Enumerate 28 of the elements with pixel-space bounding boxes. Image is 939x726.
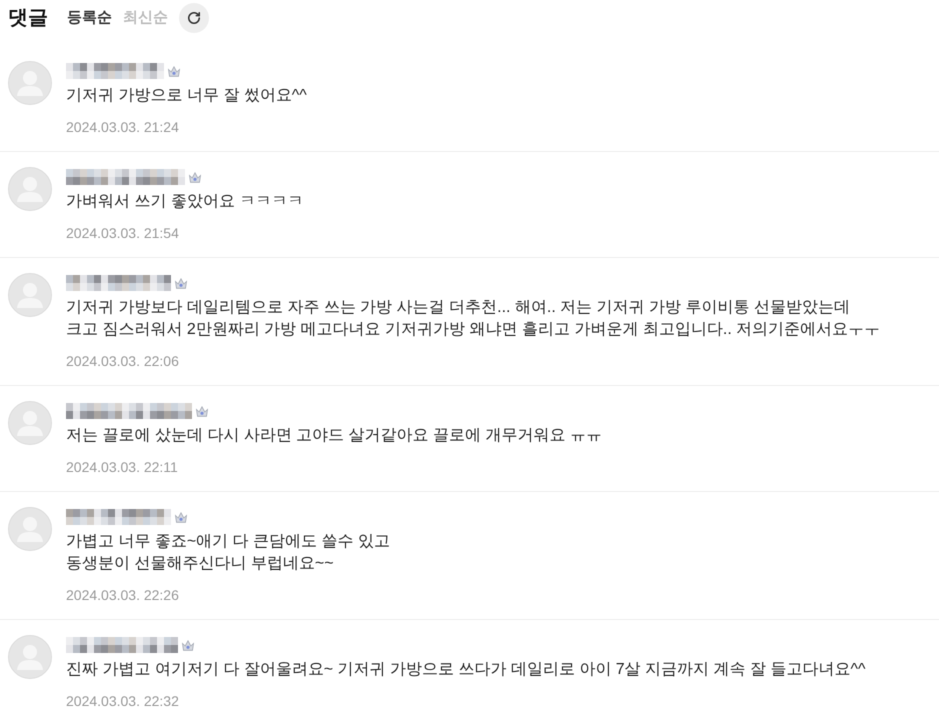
comment-date: 2024.03.03. 21:54 bbox=[66, 224, 179, 242]
crown-icon bbox=[189, 172, 201, 182]
comment-text: 가볍고 너무 좋죠~애기 다 큰담에도 쓸수 있고 동생분이 선물해주신다니 부럽네요~~ bbox=[66, 532, 390, 574]
comment-date: 2024.03.03. 21:24 bbox=[66, 118, 179, 136]
refresh-button[interactable] bbox=[179, 3, 209, 33]
crown-icon bbox=[196, 406, 208, 416]
comment-text: 가벼워서 쓰기 좋았어요 ㅋㅋㅋㅋ bbox=[66, 192, 304, 212]
avatar-icon bbox=[8, 401, 52, 445]
avatar-icon bbox=[8, 273, 52, 317]
comments-title: 댓글 bbox=[8, 6, 48, 31]
sort-option[interactable]: 등록순 bbox=[67, 6, 112, 30]
refresh-icon bbox=[187, 11, 201, 25]
comment-text: 저는 끌로에 샀눈데 다시 사라면 고야드 살거같아요 끌로에 개무거워요 ㅠㅠ bbox=[66, 426, 602, 446]
crown-icon bbox=[175, 512, 187, 522]
comment-text: 진짜 가볍고 여기저기 다 잘어울려요~ 기저귀 가방으로 쓰다가 데일리로 아이 7살 지금까지 계속 잘 들고다녀요^^ bbox=[66, 660, 866, 680]
comment-date: 2024.03.03. 22:32 bbox=[66, 692, 179, 710]
crown-icon bbox=[182, 640, 194, 650]
comment-text: 기저귀 가방보다 데일리템으로 자주 쓰는 가방 사는걸 더추천... 해여.. 저는 기저귀 가방 루이비통 선물받았는데 크고 짐스러워서 2만원짜리 가방 메고다녀요 기저귀가방 왜냐면 흘리고 가벼운게 최고입니다.. 저의기준에서요ㅜㅜ bbox=[66, 298, 880, 340]
comment-text: 기저귀 가방으로 너무 잘 썼어요^^ bbox=[66, 86, 307, 106]
crown-icon bbox=[175, 278, 187, 288]
avatar-icon bbox=[8, 167, 52, 211]
avatar-icon bbox=[8, 61, 52, 105]
crown-icon bbox=[168, 66, 180, 76]
comment-date: 2024.03.03. 22:11 bbox=[66, 458, 178, 476]
avatar-icon bbox=[8, 507, 52, 551]
avatar-icon bbox=[8, 635, 52, 679]
comment-date: 2024.03.03. 22:06 bbox=[66, 352, 179, 370]
comment-date: 2024.03.03. 22:26 bbox=[66, 586, 179, 604]
